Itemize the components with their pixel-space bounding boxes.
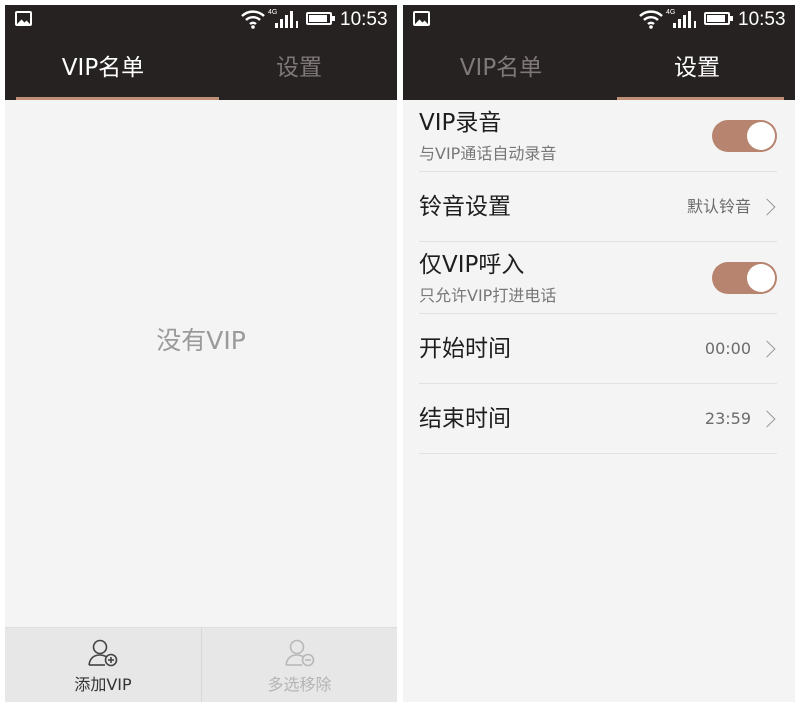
wifi-icon [639, 10, 663, 29]
chevron-right-icon [758, 340, 776, 358]
vip-only-calls-toggle[interactable] [712, 262, 777, 294]
setting-title: 开始时间 [419, 336, 511, 362]
multi-select-remove-button[interactable]: 多选移除 [201, 628, 397, 702]
status-bar: 4G 10:53 [403, 5, 795, 38]
empty-list-message: 没有VIP [156, 326, 246, 355]
remove-contact-icon [284, 639, 314, 667]
tab-bar: VIP名单 设置 [403, 38, 795, 100]
end-time-value: 23:59 [704, 409, 751, 428]
setting-title: 仅VIP呼入 [419, 252, 525, 278]
toggle-knob [747, 264, 775, 292]
multi-select-remove-label: 多选移除 [267, 675, 332, 694]
chevron-right-icon [758, 198, 776, 216]
chevron-right-icon [758, 410, 776, 428]
setting-title: 结束时间 [419, 406, 511, 432]
status-bar: 4G 10:53 [5, 5, 397, 38]
setting-subtitle: 与VIP通话自动录音 [419, 144, 557, 163]
signal-icon [275, 11, 298, 28]
settings-screen: 4G 10:53 VIP名单 设置 VIP录音 与VIP通话自动录音 铃音设置 … [403, 5, 795, 702]
setting-vip-recording[interactable]: VIP录音 与VIP通话自动录音 [419, 100, 777, 172]
add-vip-button[interactable]: 添加VIP [5, 628, 201, 702]
battery-icon [306, 12, 335, 25]
setting-end-time[interactable]: 结束时间 23:59 [419, 384, 777, 454]
tab-bar: VIP名单 设置 [5, 38, 397, 100]
battery-icon [704, 12, 733, 25]
setting-subtitle: 只允许VIP打进电话 [419, 286, 557, 305]
setting-ringtone[interactable]: 铃音设置 默认铃音 [419, 172, 777, 242]
clock: 10:53 [340, 9, 388, 30]
bottom-action-bar: 添加VIP 多选移除 [5, 627, 397, 702]
tab-vip-list[interactable]: VIP名单 [403, 38, 599, 100]
tab-vip-list[interactable]: VIP名单 [5, 38, 201, 100]
start-time-value: 00:00 [704, 339, 751, 358]
vip-list-screen: 4G 10:53 VIP名单 设置 没有VIP 添加VIP 多选移除 [5, 5, 397, 702]
gallery-icon [15, 11, 32, 26]
tab-settings[interactable]: 设置 [599, 38, 795, 100]
setting-title: VIP录音 [419, 110, 502, 136]
wifi-icon [241, 10, 265, 29]
clock: 10:53 [738, 9, 786, 30]
add-vip-label: 添加VIP [74, 675, 132, 694]
vip-recording-toggle[interactable] [712, 120, 777, 152]
add-contact-icon [88, 639, 118, 667]
toggle-knob [747, 122, 775, 150]
signal-icon [673, 11, 696, 28]
gallery-icon [413, 11, 430, 26]
setting-vip-only-calls[interactable]: 仅VIP呼入 只允许VIP打进电话 [419, 242, 777, 314]
setting-title: 铃音设置 [419, 194, 511, 220]
ringtone-value: 默认铃音 [686, 197, 751, 216]
active-tab-indicator [16, 97, 219, 100]
setting-start-time[interactable]: 开始时间 00:00 [419, 314, 777, 384]
tab-settings[interactable]: 设置 [201, 38, 397, 100]
